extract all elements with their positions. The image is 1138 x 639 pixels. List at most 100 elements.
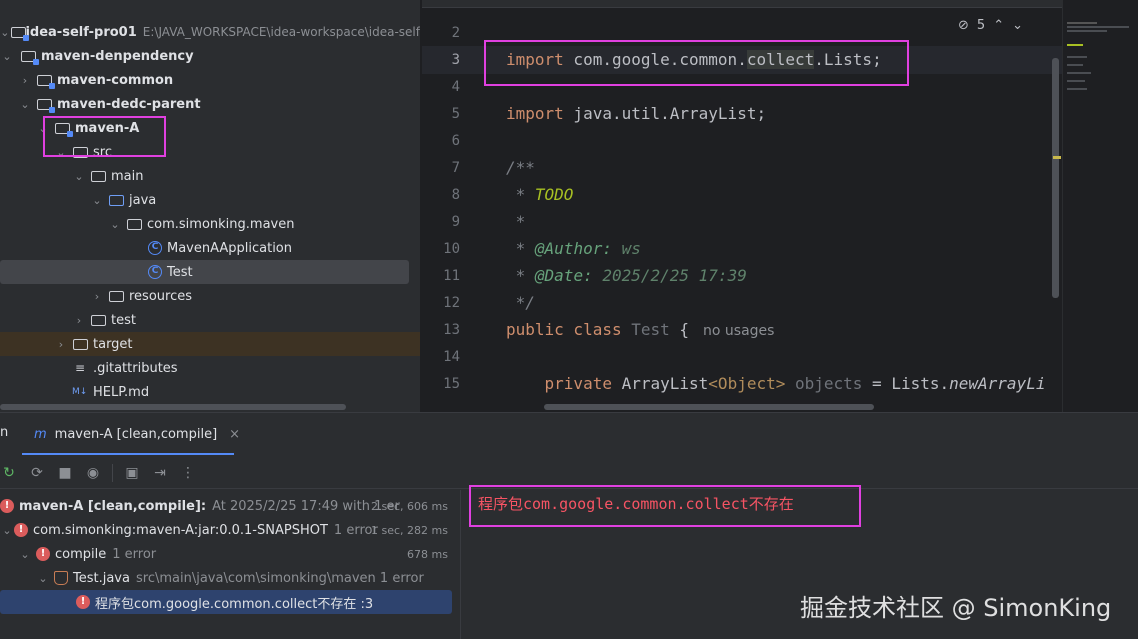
code-text: = Lists. <box>862 374 950 393</box>
editor-tab-strip[interactable] <box>422 0 1062 8</box>
class-icon: C <box>146 265 164 279</box>
keyword: public class <box>506 320 622 339</box>
tree-item-package[interactable]: ⌄ com.simonking.maven <box>0 212 420 236</box>
tree-item-test-class[interactable]: C Test <box>0 260 420 284</box>
error-icon: ! <box>36 547 50 561</box>
chevron-down-icon[interactable]: ⌄ <box>1012 18 1023 33</box>
tree-item-java[interactable]: ⌄ java <box>0 188 420 212</box>
tree-item-label: resources <box>129 288 193 304</box>
tree-item-target[interactable]: › target <box>0 332 420 356</box>
minimap-line <box>1067 44 1083 46</box>
code-line-7[interactable]: /** <box>506 158 535 177</box>
tree-item-label: HELP.md <box>93 384 150 400</box>
result-label: com.simonking:maven-A:jar:0.0.1-SNAPSHOT <box>33 522 328 538</box>
result-row-build[interactable]: ! maven-A [clean,compile]: At 2025/2/25 … <box>0 494 460 518</box>
annotation-box-import <box>484 40 909 86</box>
root-path: E:\JAVA_WORKSPACE\idea-workspace\idea-se… <box>142 25 420 39</box>
rerun-icon[interactable]: ↻ <box>0 465 18 481</box>
export-icon[interactable]: ⇥ <box>151 465 169 481</box>
class-icon: C <box>146 241 164 255</box>
tree-item-maven-dedc-parent[interactable]: ⌄ maven-dedc-parent <box>0 92 420 116</box>
eye-off-icon[interactable]: ⊘ <box>958 18 969 33</box>
tree-item-label: maven-dedc-parent <box>57 96 201 112</box>
code-line-5[interactable]: import java.util.ArrayList; <box>506 104 766 123</box>
comment: * <box>506 266 535 285</box>
line-number: 15 <box>443 376 460 392</box>
tree-item-help-md[interactable]: M↓ HELP.md <box>0 380 420 404</box>
code-line-13[interactable]: public class Test {no usages <box>506 320 774 339</box>
code-line-15[interactable]: private ArrayList<Object> objects = List… <box>506 374 1046 393</box>
tree-item-maven-common[interactable]: › maven-common <box>0 68 420 92</box>
chevron-right-icon[interactable]: › <box>72 314 86 327</box>
code-text: { <box>669 320 690 339</box>
line-number: 13 <box>443 322 460 338</box>
rerun-failed-icon[interactable]: ⟳ <box>28 465 46 481</box>
comment: * <box>506 185 535 204</box>
tree-item-main[interactable]: ⌄ main <box>0 164 420 188</box>
line-number: 12 <box>443 295 460 311</box>
module-folder-icon <box>36 97 55 113</box>
editor-vertical-scrollbar[interactable] <box>1052 58 1059 298</box>
minimap-line <box>1067 88 1087 90</box>
chevron-down-icon[interactable]: ⌄ <box>18 98 32 111</box>
result-row-error-message[interactable]: ! 程序包com.google.common.collect不存在 :3 <box>0 590 460 614</box>
chevron-down-icon[interactable]: ⌄ <box>72 170 86 183</box>
keyword: import <box>506 104 564 123</box>
code-line-12[interactable]: */ <box>506 293 535 312</box>
camera-icon[interactable]: ▣ <box>123 465 141 481</box>
result-detail: src\main\java\com\simonking\maven 1 erro… <box>135 570 424 586</box>
result-row-file[interactable]: ⌄ Test.java src\main\java\com\simonking\… <box>0 566 460 590</box>
code-line-8[interactable]: * TODO <box>506 185 574 204</box>
eye-icon[interactable]: ◉ <box>84 465 102 481</box>
tree-item-mavenaapplication[interactable]: C MavenAApplication <box>0 236 420 260</box>
panel-splitter[interactable] <box>460 490 461 639</box>
chevron-up-icon[interactable]: ⌃ <box>993 18 1004 33</box>
chevron-down-icon[interactable]: ⌄ <box>0 26 10 39</box>
tree-item-label: main <box>111 168 144 184</box>
close-icon[interactable]: × <box>229 427 240 442</box>
run-tab-label: maven-A [clean,compile] <box>54 426 218 442</box>
chevron-down-icon[interactable]: ⌄ <box>36 572 50 585</box>
toolbar-divider <box>112 463 113 482</box>
tree-item-label: MavenAApplication <box>167 240 293 256</box>
chevron-right-icon[interactable]: › <box>18 74 32 87</box>
result-row-artifact[interactable]: ⌄ ! com.simonking:maven-A:jar:0.0.1-SNAP… <box>0 518 460 542</box>
tree-item-label: maven-denpendency <box>41 48 194 64</box>
tree-item-gitattributes[interactable]: ≡ .gitattributes <box>0 356 420 380</box>
minimap-line <box>1067 56 1087 58</box>
keyword: private <box>506 374 612 393</box>
chevron-down-icon[interactable]: ⌄ <box>0 524 14 537</box>
chevron-down-icon[interactable]: ⌄ <box>90 194 104 207</box>
chevron-right-icon[interactable]: › <box>90 290 104 303</box>
todo-tag: TODO <box>534 185 574 204</box>
usages-hint[interactable]: no usages <box>703 323 774 339</box>
chevron-down-icon[interactable]: ⌄ <box>108 218 122 231</box>
tree-horizontal-scrollbar[interactable] <box>0 404 346 410</box>
code-minimap[interactable] <box>1062 0 1138 412</box>
stop-icon[interactable]: ■ <box>56 465 74 481</box>
minimap-line <box>1067 72 1091 74</box>
text-file-icon: ≡ <box>75 361 86 375</box>
code-line-10[interactable]: * @Author: ws <box>506 239 641 258</box>
code-line-11[interactable]: * @Date: 2025/2/25 17:39 <box>506 266 747 285</box>
more-icon[interactable]: ⋮ <box>179 465 197 481</box>
warning-marker[interactable] <box>1053 156 1061 159</box>
line-number: 4 <box>451 79 460 95</box>
chevron-down-icon[interactable]: ⌄ <box>18 548 32 561</box>
chevron-down-icon[interactable]: ⌄ <box>0 50 14 63</box>
run-tab-maven-a[interactable]: m maven-A [clean,compile] × <box>22 413 252 455</box>
code-line-9[interactable]: * <box>506 212 526 231</box>
chevron-right-icon[interactable]: › <box>54 338 68 351</box>
inspection-widget[interactable]: ⊘ 5 ⌃ ⌄ <box>958 18 1023 33</box>
tree-item-resources[interactable]: › resources <box>0 284 420 308</box>
result-label: Test.java <box>73 570 130 586</box>
editor-horizontal-scrollbar[interactable] <box>544 404 874 410</box>
line-number: 7 <box>451 160 460 176</box>
result-time: 2 sec, 606 ms <box>371 499 448 513</box>
result-label: compile <box>55 546 107 562</box>
line-number: 8 <box>451 187 460 203</box>
result-row-compile[interactable]: ⌄ ! compile 1 error 678 ms <box>0 542 460 566</box>
tree-item-root[interactable]: ⌄ idea-self-pro01 E:\JAVA_WORKSPACE\idea… <box>0 20 420 44</box>
tree-item-maven-denpendency[interactable]: ⌄ maven-denpendency <box>0 44 420 68</box>
tree-item-test-folder[interactable]: › test <box>0 308 420 332</box>
